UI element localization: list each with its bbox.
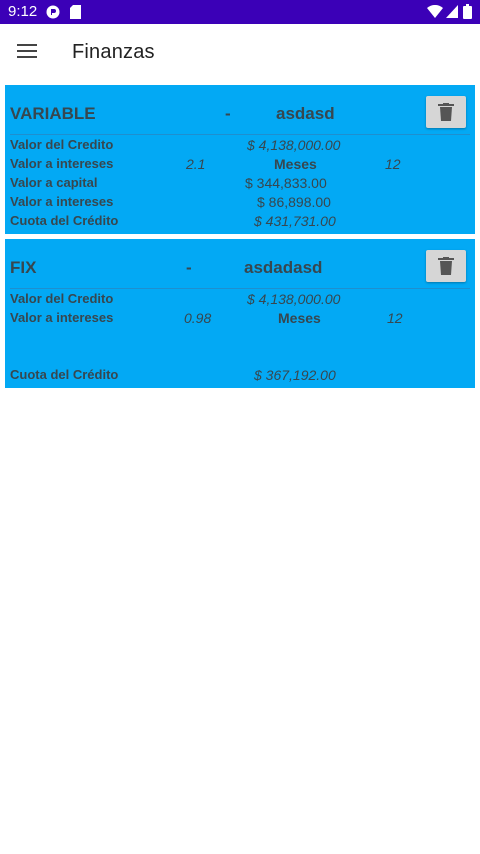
credit-card-fix: FIX - asdadasd Valor del Credito $ 4,138… bbox=[5, 239, 475, 388]
trash-icon bbox=[438, 257, 454, 275]
cuota-label: Cuota del Crédito bbox=[10, 367, 119, 382]
delete-button[interactable] bbox=[426, 250, 466, 282]
credit-name: asdadasd bbox=[244, 258, 323, 277]
valor-credito-value: $ 4,138,000.00 bbox=[247, 291, 341, 307]
valor-intereses-value: $ 86,898.00 bbox=[257, 194, 331, 210]
meses-label: Meses bbox=[278, 310, 321, 326]
meses-value: 12 bbox=[387, 310, 403, 326]
credit-name: asdasd bbox=[276, 104, 335, 123]
signal-icon bbox=[446, 5, 458, 23]
valor-intereses-label: Valor a intereses bbox=[10, 194, 114, 209]
divider bbox=[10, 288, 470, 289]
credit-type: VARIABLE bbox=[10, 104, 96, 123]
card-header: FIX - asdadasd bbox=[5, 239, 475, 289]
valor-credito-label: Valor del Credito bbox=[10, 137, 114, 152]
card-header: VARIABLE - asdasd bbox=[5, 85, 475, 135]
valor-credito-label: Valor del Credito bbox=[10, 291, 114, 306]
credit-type: FIX bbox=[10, 258, 37, 277]
valor-intereses-label: Valor a intereses bbox=[10, 156, 114, 171]
valor-capital-value: $ 344,833.00 bbox=[245, 175, 327, 191]
meses-value: 12 bbox=[385, 156, 401, 172]
cuota-value: $ 367,192.00 bbox=[254, 367, 336, 383]
delete-button[interactable] bbox=[426, 96, 466, 128]
valor-credito-value: $ 4,138,000.00 bbox=[247, 137, 341, 153]
trash-icon bbox=[438, 103, 454, 121]
divider bbox=[10, 134, 470, 135]
hamburger-menu-icon[interactable] bbox=[17, 43, 39, 61]
cuota-label: Cuota del Crédito bbox=[10, 213, 119, 228]
notification-app-icon bbox=[46, 5, 60, 24]
meses-label: Meses bbox=[274, 156, 317, 172]
header-separator: - bbox=[186, 258, 192, 277]
tasa-value: 0.98 bbox=[184, 310, 212, 326]
status-time: 9:12 bbox=[8, 3, 38, 20]
tasa-value: 2.1 bbox=[186, 156, 206, 172]
sd-card-icon bbox=[70, 5, 81, 24]
wifi-icon bbox=[427, 4, 443, 23]
valor-intereses-label: Valor a intereses bbox=[10, 310, 114, 325]
battery-icon bbox=[463, 4, 472, 24]
status-bar: 9:12 bbox=[0, 0, 480, 24]
app-bar: Finanzas bbox=[0, 24, 480, 80]
page-title: Finanzas bbox=[72, 41, 155, 63]
cuota-value: $ 431,731.00 bbox=[254, 213, 336, 229]
credit-card-variable: VARIABLE - asdasd Valor del Credito $ 4,… bbox=[5, 85, 475, 234]
header-separator: - bbox=[225, 104, 231, 123]
valor-capital-label: Valor a capital bbox=[10, 175, 98, 190]
